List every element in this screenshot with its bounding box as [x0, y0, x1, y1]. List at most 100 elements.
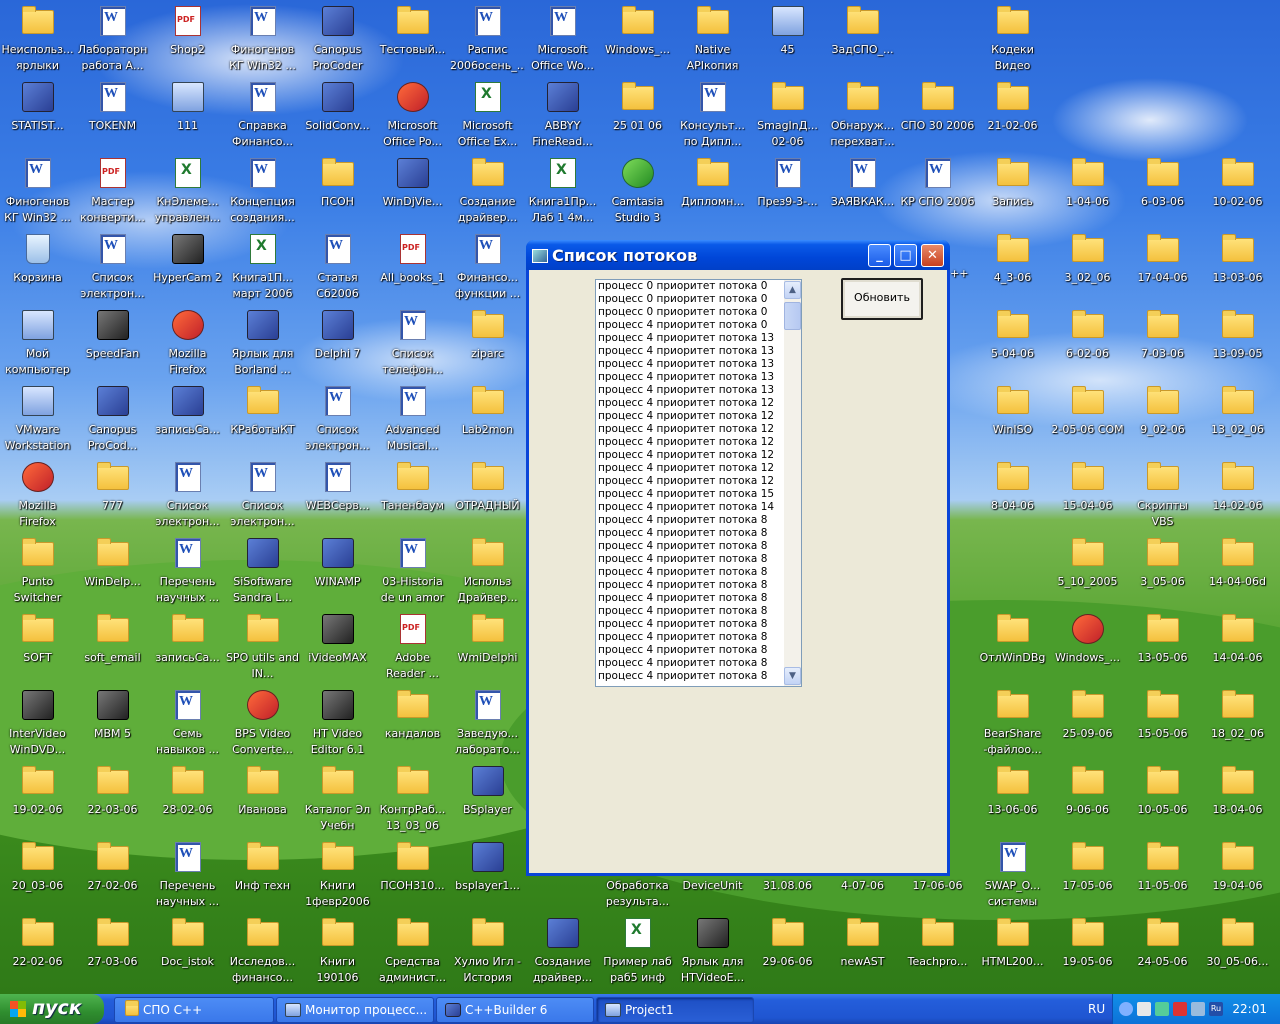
desktop-icon[interactable]: Перечень научных ...	[150, 536, 225, 612]
desktop-icon[interactable]: ЗадСПО_...	[825, 4, 900, 80]
desktop-icon[interactable]: BSplayer	[450, 764, 525, 840]
desktop-icon[interactable]: Canopus ProCoder	[300, 4, 375, 80]
thread-list-item[interactable]: процесс 0 приоритет потока 0	[596, 306, 782, 319]
desktop-icon[interactable]: 29-06-06	[750, 916, 825, 992]
desktop-icon[interactable]: Microsoft Office Po...	[375, 80, 450, 156]
desktop-icon[interactable]: STATIST...	[0, 80, 75, 156]
desktop-icon[interactable]: 10-05-06	[1125, 764, 1200, 840]
desktop-icon[interactable]: Семь навыков ...	[150, 688, 225, 764]
desktop-icon[interactable]: Книги 1февр2006	[300, 840, 375, 916]
desktop-icon[interactable]: SWAP_O... системы	[975, 840, 1050, 916]
desktop-icon[interactable]: 19-04-06	[1200, 840, 1275, 916]
desktop-icon[interactable]: Запись	[975, 156, 1050, 232]
desktop-icon[interactable]: Кодеки Видео	[975, 4, 1050, 80]
tray-arrow-icon[interactable]	[1119, 1002, 1133, 1016]
desktop-icon[interactable]: soft_email	[75, 612, 150, 688]
desktop-icon[interactable]: newAST	[825, 916, 900, 992]
desktop-icon[interactable]: КнЭлеме... управлен...	[150, 156, 225, 232]
desktop-icon[interactable]: Финогенов КГ Win32 ...	[0, 156, 75, 232]
thread-list-item[interactable]: процесс 4 приоритет потока 8	[596, 527, 782, 540]
desktop-icon[interactable]: Хулио Игл - История	[450, 916, 525, 992]
desktop-icon[interactable]: 4_3-06	[975, 232, 1050, 308]
thread-list-item[interactable]: процесс 4 приоритет потока 8	[596, 540, 782, 553]
desktop-icon[interactable]: ОтлWinDBg	[975, 612, 1050, 688]
desktop-icon[interactable]: ОТРАДНЫЙ	[450, 460, 525, 536]
desktop-icon[interactable]: През9-3-...	[750, 156, 825, 232]
desktop-icon[interactable]: записьСа...	[150, 612, 225, 688]
desktop-icon[interactable]: WEBСерв...	[300, 460, 375, 536]
desktop-icon[interactable]: bsplayer1...	[450, 840, 525, 916]
scroll-thumb[interactable]	[784, 302, 801, 330]
desktop-icon[interactable]: Adobe Reader ...	[375, 612, 450, 688]
desktop-icon[interactable]: SolidConv...	[300, 80, 375, 156]
desktop-icon[interactable]: Teachpro...	[900, 916, 975, 992]
desktop-icon[interactable]: Заведую... лаборато...	[450, 688, 525, 764]
thread-list-item[interactable]: процесс 4 приоритет потока 13	[596, 345, 782, 358]
desktop-icon[interactable]: Windows_...	[1050, 612, 1125, 688]
desktop-icon[interactable]: Использ Драйвер...	[450, 536, 525, 612]
punto-switcher-icon[interactable]: Ru	[1209, 1002, 1223, 1016]
desktop-icon[interactable]: Книга1П... март 2006	[225, 232, 300, 308]
desktop-icon[interactable]: WinDelp...	[75, 536, 150, 612]
thread-list-item[interactable]: процесс 4 приоритет потока 13	[596, 358, 782, 371]
desktop-icon[interactable]: 45	[750, 4, 825, 80]
desktop-icon[interactable]: Средства админист...	[375, 916, 450, 992]
desktop-icon[interactable]: Windows_...	[600, 4, 675, 80]
desktop-icon[interactable]: HTML200...	[975, 916, 1050, 992]
desktop-icon[interactable]: 28-02-06	[150, 764, 225, 840]
desktop-icon[interactable]: Список электрон...	[300, 384, 375, 460]
thread-list-item[interactable]: процесс 4 приоритет потока 14	[596, 501, 782, 514]
desktop-icon[interactable]: Неиспольз... ярлыки	[0, 4, 75, 80]
desktop-icon[interactable]: 10-02-06	[1200, 156, 1275, 232]
desktop-icon[interactable]: iVideoMAX	[300, 612, 375, 688]
desktop-icon[interactable]: 25 01 06	[600, 80, 675, 156]
desktop-icon[interactable]: 18-04-06	[1200, 764, 1275, 840]
desktop-icon[interactable]: 111	[150, 80, 225, 156]
thread-list-item[interactable]: процесс 4 приоритет потока 13	[596, 384, 782, 397]
desktop-icon[interactable]: 17-04-06	[1125, 232, 1200, 308]
desktop-icon[interactable]: 13_02_06	[1200, 384, 1275, 460]
desktop-icon[interactable]: ABBYY FineRead...	[525, 80, 600, 156]
desktop-icon[interactable]: Корзина	[0, 232, 75, 308]
desktop-icon[interactable]: WmiDelphi	[450, 612, 525, 688]
desktop-icon[interactable]: HT Video Editor 6.1	[300, 688, 375, 764]
desktop-icon[interactable]: SmagInД... 02-06	[750, 80, 825, 156]
desktop-icon[interactable]: SpeedFan	[75, 308, 150, 384]
desktop-icon[interactable]: 03-Historia de un amor	[375, 536, 450, 612]
thread-list-item[interactable]: процесс 4 приоритет потока 8	[596, 618, 782, 631]
desktop-icon[interactable]: 13-09-05	[1200, 308, 1275, 384]
thread-listbox[interactable]: процесс 0 приоритет потока 0 процесс 0 пр…	[595, 279, 802, 687]
desktop-icon[interactable]: 20_03-06	[0, 840, 75, 916]
desktop-icon[interactable]: 13-03-06	[1200, 232, 1275, 308]
desktop-icon[interactable]: Shop2	[150, 4, 225, 80]
desktop-icon[interactable]: 27-03-06	[75, 916, 150, 992]
desktop-icon[interactable]: 7-03-06	[1125, 308, 1200, 384]
desktop-icon[interactable]: Статья Сб2006	[300, 232, 375, 308]
desktop-icon[interactable]: SPO utils and IN...	[225, 612, 300, 688]
desktop-icon[interactable]: WINAMP	[300, 536, 375, 612]
thread-list-item[interactable]: процесс 4 приоритет потока 8	[596, 592, 782, 605]
thread-list-item[interactable]: процесс 4 приоритет потока 12	[596, 436, 782, 449]
desktop-icon[interactable]: Скрипты VBS	[1125, 460, 1200, 536]
desktop-icon[interactable]: 22-02-06	[0, 916, 75, 992]
thread-list-item[interactable]: процесс 4 приоритет потока 8	[596, 644, 782, 657]
desktop-icon[interactable]: Перечень научных ...	[150, 840, 225, 916]
desktop-icon[interactable]: TOKENM	[75, 80, 150, 156]
desktop-icon[interactable]: VMware Workstation	[0, 384, 75, 460]
desktop-icon[interactable]: 13-05-06	[1125, 612, 1200, 688]
antivirus-icon[interactable]	[1155, 1002, 1169, 1016]
desktop-icon[interactable]: 9_02-06	[1125, 384, 1200, 460]
desktop-icon[interactable]: 1-04-06	[1050, 156, 1125, 232]
desktop-icon[interactable]: ЗАЯВКАК...	[825, 156, 900, 232]
desktop-icon[interactable]: 15-04-06	[1050, 460, 1125, 536]
desktop-icon[interactable]: Мой компьютер	[0, 308, 75, 384]
window-titlebar[interactable]: Список потоков _ □ ✕	[526, 240, 950, 270]
desktop-icon[interactable]: ПСОН	[300, 156, 375, 232]
start-button[interactable]: пуск	[0, 994, 104, 1024]
thread-list-item[interactable]: процесс 4 приоритет потока 8	[596, 670, 782, 683]
desktop-icon[interactable]: 3_02_06	[1050, 232, 1125, 308]
desktop-icon[interactable]: InterVideo WinDVD...	[0, 688, 75, 764]
desktop-icon[interactable]: Ярлык для Borland ...	[225, 308, 300, 384]
desktop-icon[interactable]: Концепция создания...	[225, 156, 300, 232]
thread-list-item[interactable]: процесс 4 приоритет потока 8	[596, 553, 782, 566]
